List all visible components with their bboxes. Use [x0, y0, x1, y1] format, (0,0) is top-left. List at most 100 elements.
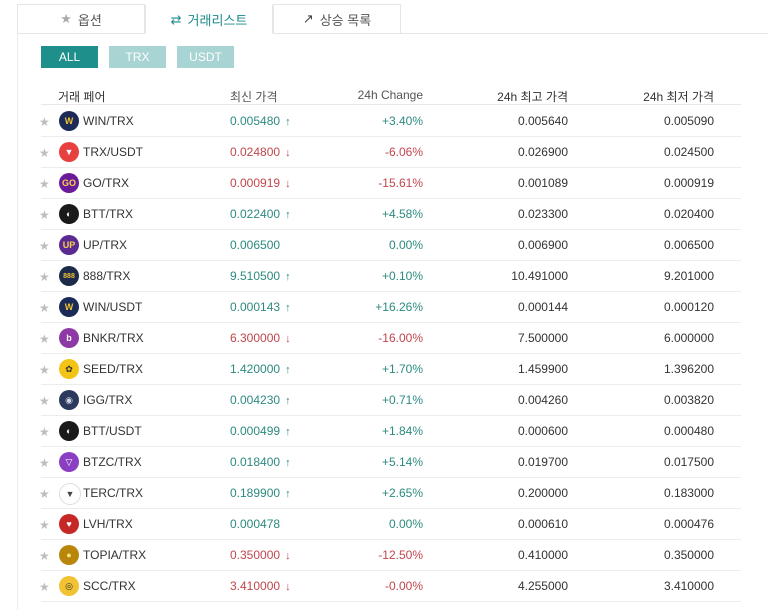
price-value: 6.300000	[230, 331, 281, 345]
pair-name[interactable]: GO/TRX	[83, 176, 129, 190]
last-price: 9.510500 ↑	[230, 269, 291, 283]
high-price: 0.006900	[517, 238, 568, 252]
pair-name[interactable]: 888/TRX	[83, 269, 130, 283]
favorite-star-icon[interactable]: ★	[39, 518, 50, 532]
favorite-star-icon[interactable]: ★	[39, 177, 50, 191]
favorite-star-icon[interactable]: ★	[39, 425, 50, 439]
pair-name[interactable]: TOPIA/TRX	[83, 548, 146, 562]
high-price: 0.023300	[517, 207, 568, 221]
pair-name[interactable]: WIN/USDT	[83, 300, 142, 314]
favorite-star-icon[interactable]: ★	[39, 239, 50, 253]
favorite-star-icon[interactable]: ★	[39, 549, 50, 563]
arrow-down-icon: ↓	[285, 333, 291, 345]
coin-logo-icon: 888	[59, 266, 79, 286]
tab-gainers[interactable]: ↗ 상승 목록	[273, 4, 401, 34]
last-price: 0.018400 ↑	[230, 455, 291, 469]
favorite-star-icon[interactable]: ★	[39, 270, 50, 284]
pair-name[interactable]: IGG/TRX	[83, 393, 132, 407]
change-percent: +5.14%	[381, 455, 423, 469]
favorite-star-icon[interactable]: ★	[39, 208, 50, 222]
favorite-star-icon[interactable]: ★	[39, 332, 50, 346]
table-row[interactable]: ★ 888 888/TRX 9.510500 ↑ +0.10% 10.491000 9.201…	[39, 261, 741, 292]
star-icon: ★	[60, 11, 72, 26]
last-price: 0.024800 ↓	[230, 145, 291, 159]
column-high-header[interactable]: 24h 최고 가격	[497, 88, 568, 105]
arrow-up-icon: ↑	[285, 457, 291, 469]
pair-name[interactable]: TRX/USDT	[83, 145, 143, 159]
favorite-star-icon[interactable]: ★	[39, 115, 50, 129]
change-percent: -16.00%	[378, 331, 423, 345]
low-price: 0.017500	[663, 455, 714, 469]
table-row[interactable]: ★ ◉ IGG/TRX 0.004230 ↑ +0.71% 0.004260 0.003820	[39, 385, 741, 416]
low-price: 9.201000	[663, 269, 714, 283]
change-percent: +16.26%	[375, 300, 423, 314]
pair-name[interactable]: TERC/TRX	[83, 486, 143, 500]
column-change-header[interactable]: 24h Change	[358, 88, 423, 102]
table-row[interactable]: ★ ▼ TERC/TRX 0.189900 ↑ +2.65% 0.200000 0.18300…	[39, 478, 741, 509]
change-percent: -0.00%	[384, 579, 423, 593]
column-price-header[interactable]: 최신 가격	[230, 88, 278, 105]
table-row[interactable]: ★ ● TOPIA/TRX 0.350000 ↓ -12.50% 0.410000 0.350…	[39, 540, 741, 571]
pair-name[interactable]: WIN/TRX	[83, 114, 134, 128]
pair-name[interactable]: BTT/TRX	[83, 207, 133, 221]
table-row[interactable]: ★ ◎ SCC/TRX 3.410000 ↓ -0.00% 4.255000 3.410000	[39, 571, 741, 602]
table-row[interactable]: ★ ♥ LVH/TRX 0.000478 0.00% 0.000610 0.000476	[39, 509, 741, 540]
filter-all-button[interactable]: ALL	[41, 46, 98, 68]
favorite-star-icon[interactable]: ★	[39, 487, 50, 501]
high-price: 4.255000	[517, 579, 568, 593]
favorite-star-icon[interactable]: ★	[39, 580, 50, 594]
table-row[interactable]: ★ GO GO/TRX 0.000919 ↓ -15.61% 0.001089 0.00091…	[39, 168, 741, 199]
price-value: 0.004230	[230, 393, 281, 407]
low-price: 1.396200	[663, 362, 714, 376]
favorite-star-icon[interactable]: ★	[39, 146, 50, 160]
last-price: 0.006500	[230, 238, 280, 252]
tab-options[interactable]: ★ 옵션	[17, 4, 145, 34]
high-price: 0.200000	[517, 486, 568, 500]
filter-usdt-button[interactable]: USDT	[177, 46, 234, 68]
last-price: 0.005480 ↑	[230, 114, 291, 128]
low-price: 0.003820	[663, 393, 714, 407]
coin-logo-icon: ♥	[59, 514, 79, 534]
pair-name[interactable]: BTT/USDT	[83, 424, 142, 438]
table-header: 거래 페어 최신 가격 24h Change 24h 최고 가격 24h 최저 …	[41, 80, 741, 105]
table-row[interactable]: ★ b BNKR/TRX 6.300000 ↓ -16.00% 7.500000 6.0000…	[39, 323, 741, 354]
low-price: 0.006500	[663, 238, 714, 252]
table-row[interactable]: ★ W WIN/USDT 0.000143 ↑ +16.26% 0.000144 0.0001…	[39, 292, 741, 323]
table-row[interactable]: ★ ▽ BTZC/TRX 0.018400 ↑ +5.14% 0.019700 0.01750…	[39, 447, 741, 478]
table-row[interactable]: ★ ◐ BTT/USDT 0.000499 ↑ +1.84% 0.000600 0.00048…	[39, 416, 741, 447]
filter-trx-button[interactable]: TRX	[109, 46, 166, 68]
tab-label: 상승 목록	[319, 12, 372, 28]
table-row[interactable]: ★ ▼ TRX/USDT 0.024800 ↓ -6.06% 0.026900 0.02450…	[39, 137, 741, 168]
table-row[interactable]: ★ W WIN/TRX 0.005480 ↑ +3.40% 0.005640 0.005090	[39, 106, 741, 137]
favorite-star-icon[interactable]: ★	[39, 456, 50, 470]
price-value: 0.006500	[230, 238, 281, 252]
pair-name[interactable]: BTZC/TRX	[83, 455, 142, 469]
trending-up-icon: ↗	[302, 11, 314, 26]
table-row[interactable]: ★ ◐ BTT/TRX 0.022400 ↑ +4.58% 0.023300 0.020400	[39, 199, 741, 230]
last-price: 0.000478	[230, 517, 280, 531]
price-value: 0.024800	[230, 145, 281, 159]
price-value: 1.420000	[230, 362, 281, 376]
table-row[interactable]: ★ UP UP/TRX 0.006500 0.00% 0.006900 0.006500	[39, 230, 741, 261]
pair-name[interactable]: BNKR/TRX	[83, 331, 144, 345]
favorite-star-icon[interactable]: ★	[39, 301, 50, 315]
tab-trade-list[interactable]: ⇄ 거래리스트	[145, 4, 273, 34]
table-row[interactable]: ★ ✿ SEED/TRX 1.420000 ↑ +1.70% 1.459900 1.39620…	[39, 354, 741, 385]
favorite-star-icon[interactable]: ★	[39, 394, 50, 408]
pair-name[interactable]: UP/TRX	[83, 238, 127, 252]
high-price: 0.410000	[517, 548, 568, 562]
arrow-up-icon: ↑	[285, 302, 291, 314]
favorite-star-icon[interactable]: ★	[39, 363, 50, 377]
column-pair-header[interactable]: 거래 페어	[58, 88, 106, 105]
arrow-down-icon: ↓	[285, 550, 291, 562]
pair-name[interactable]: SEED/TRX	[83, 362, 143, 376]
coin-logo-icon: ▼	[59, 142, 79, 162]
high-price: 10.491000	[511, 269, 568, 283]
low-price: 0.183000	[663, 486, 714, 500]
pair-name[interactable]: LVH/TRX	[83, 517, 133, 531]
coin-logo-icon: ▽	[59, 452, 79, 472]
coin-logo-icon: GO	[59, 173, 79, 193]
coin-logo-icon: ◎	[59, 576, 79, 596]
pair-name[interactable]: SCC/TRX	[83, 579, 136, 593]
column-low-header[interactable]: 24h 최저 가격	[643, 88, 714, 105]
